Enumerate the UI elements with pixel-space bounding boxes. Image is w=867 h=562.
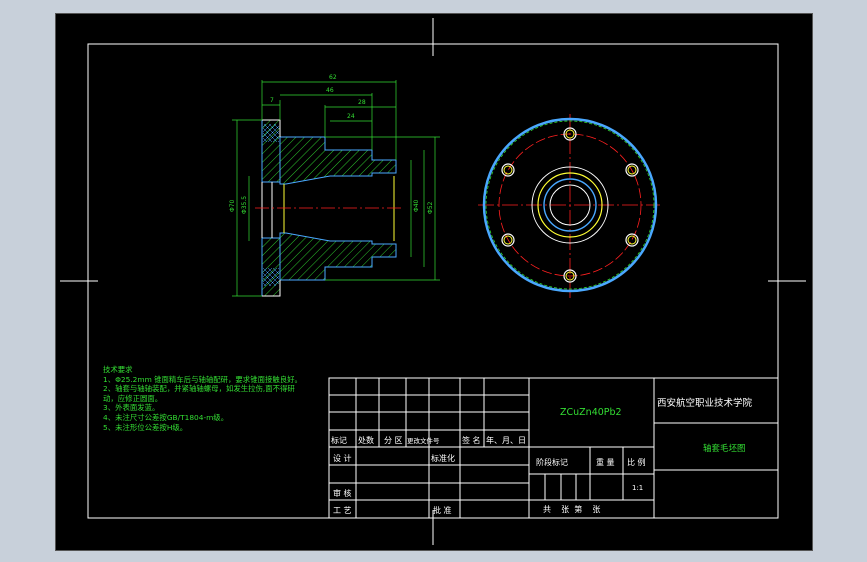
center-marks bbox=[60, 18, 806, 545]
dim-overall: 62 bbox=[329, 74, 337, 81]
dim-right-b: Φ52 bbox=[427, 201, 434, 214]
note-item: 2、轴套与轴轴装配，并紧轴轴螺母，如发生拉伤,面不得研 bbox=[103, 384, 295, 394]
rev-header-date: 年、月、日 bbox=[486, 435, 526, 445]
rev-header-sign: 签 名 bbox=[462, 435, 481, 445]
note-item: 1、Φ25.2mm 锥面精车后与轴轴配研，要求锥面接触良好。 bbox=[103, 374, 302, 384]
label-process: 工 艺 bbox=[333, 506, 352, 515]
label-standardize: 标准化 bbox=[431, 453, 455, 463]
cad-drawing: 62 46 28 24 7 Φ70 Φ35.5 Φ40 Φ52 标记 处数 分 … bbox=[60, 18, 806, 545]
notes-heading: 技术要求 bbox=[103, 365, 133, 374]
note-item: 4、未注尺寸公差按GB/T1804-m级。 bbox=[103, 412, 229, 422]
drawing-name: 轴套毛坯图 bbox=[703, 443, 746, 454]
note-item: 动，应修正圆面。 bbox=[103, 393, 163, 403]
label-review: 审 核 bbox=[333, 488, 352, 498]
dim-right-a: Φ40 bbox=[413, 199, 420, 212]
label-stage-mark: 阶段标记 bbox=[536, 457, 568, 467]
dim-second: 46 bbox=[326, 87, 334, 94]
scale-value: 1:1 bbox=[632, 484, 643, 492]
note-item: 5、未注形位公差按H级。 bbox=[103, 422, 188, 432]
label-weight: 重 量 bbox=[596, 457, 615, 467]
dim-small: 7 bbox=[270, 97, 274, 104]
label-ratio: 比 例 bbox=[627, 457, 646, 467]
section-view: 62 46 28 24 7 Φ70 Φ35.5 Φ40 Φ52 bbox=[229, 74, 440, 297]
label-design: 设 计 bbox=[333, 453, 352, 463]
rev-header-docno: 更改文件号 bbox=[407, 436, 440, 445]
rev-header-zone: 分 区 bbox=[384, 436, 403, 445]
school-name: 西安航空职业技术学院 bbox=[657, 397, 753, 409]
rev-header-count: 处数 bbox=[358, 435, 374, 445]
note-item: 3、外表面发蓝。 bbox=[103, 403, 160, 413]
label-approve: 批 准 bbox=[433, 505, 452, 515]
dim-third: 28 bbox=[358, 99, 366, 106]
front-view bbox=[478, 114, 660, 298]
dim-left-a: Φ70 bbox=[229, 199, 236, 212]
rev-header-mark: 标记 bbox=[331, 435, 347, 445]
label-sheets: 共 张 第 张 bbox=[543, 504, 600, 514]
material-name: ZCuZn40Pb2 bbox=[560, 407, 622, 418]
dim-left-b: Φ35.5 bbox=[241, 196, 248, 214]
technical-notes: 技术要求 1、Φ25.2mm 锥面精车后与轴轴配研，要求锥面接触良好。 2、轴套… bbox=[103, 365, 302, 432]
dim-fourth: 24 bbox=[347, 113, 355, 120]
